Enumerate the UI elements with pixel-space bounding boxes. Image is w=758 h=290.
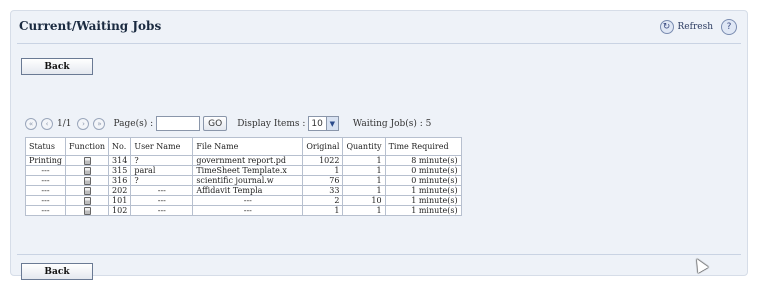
chevron-down-icon: ▼: [325, 117, 338, 130]
cell-user: ---: [130, 185, 194, 196]
cell-no: 202: [108, 185, 132, 196]
cell-file: Affidavit Templa: [192, 185, 304, 196]
cell-status: ---: [25, 185, 66, 196]
last-page-icon[interactable]: »: [93, 117, 106, 130]
cell-status: Printing: [25, 155, 66, 166]
prev-page-icon[interactable]: ‹: [41, 117, 53, 130]
col-original: Original: [302, 137, 344, 156]
cell-file: ---: [192, 195, 304, 206]
cell-original: 33: [302, 185, 344, 196]
cell-quantity: 1: [342, 185, 386, 196]
cell-original: 1: [302, 205, 344, 216]
table-row[interactable]: --- 102 --- --- 1 1 1 minute(s): [25, 205, 462, 216]
cell-quantity: 1: [342, 165, 386, 176]
first-page-icon[interactable]: «: [25, 117, 37, 130]
cell-original: 76: [302, 175, 344, 186]
refresh-icon[interactable]: ↻: [659, 20, 674, 34]
cell-user: paral: [130, 165, 194, 176]
table-header-row: Status Function No. User Name File Name …: [25, 137, 462, 156]
cell-time: 1 minute(s): [384, 205, 462, 216]
cell-time: 1 minute(s): [384, 185, 462, 196]
cell-status: ---: [25, 165, 66, 176]
cell-time: 0 minute(s): [384, 165, 462, 176]
page-title: Current/Waiting Jobs: [19, 19, 162, 33]
cell-no: 101: [108, 195, 132, 206]
printer-icon: [83, 157, 91, 165]
cell-no: 315: [108, 165, 132, 176]
col-file-name: File Name: [192, 137, 304, 156]
col-time-required: Time Required: [384, 137, 462, 156]
col-quantity: Quantity: [342, 137, 386, 156]
cell-time: 0 minute(s): [384, 175, 462, 186]
refresh-link[interactable]: Refresh: [678, 22, 713, 32]
cell-time: 1 minute(s): [384, 195, 462, 206]
cell-quantity: 10: [342, 195, 386, 206]
cell-file: TimeSheet Template.x: [192, 165, 304, 176]
cell-user: ---: [130, 205, 194, 216]
col-function: Function: [64, 137, 110, 156]
waiting-jobs-count: Waiting Job(s) : 5: [352, 118, 432, 129]
page-input[interactable]: [156, 116, 201, 131]
next-page-icon[interactable]: ›: [77, 117, 90, 130]
col-user-name: User Name: [130, 137, 194, 156]
table-row[interactable]: --- 101 --- --- 2 10 1 minute(s): [25, 195, 462, 206]
cell-no: 314: [108, 155, 132, 166]
back-button-top[interactable]: Back: [21, 58, 93, 75]
cell-file: ---: [192, 205, 304, 216]
refresh-area: ↻ Refresh ?: [659, 19, 737, 35]
col-status: Status: [25, 137, 66, 156]
display-items-value: 10: [311, 118, 323, 129]
table-row[interactable]: Printing 314 ? government report.pd 1022…: [25, 155, 462, 166]
cell-user: ?: [130, 155, 194, 166]
printer-icon: [83, 177, 91, 185]
cell-original: 1022: [302, 155, 344, 166]
display-items-label: Display Items :: [237, 118, 306, 129]
jobs-panel: Current/Waiting Jobs ↻ Refresh ? Back « …: [10, 10, 748, 280]
table-row[interactable]: --- 315 paral TimeSheet Template.x 1 1 0…: [25, 165, 462, 176]
cell-status: ---: [25, 205, 66, 216]
cell-status: ---: [25, 175, 66, 186]
divider: [17, 43, 741, 44]
col-no: No.: [108, 137, 132, 156]
cell-file: government report.pd: [192, 155, 304, 166]
cell-quantity: 1: [342, 175, 386, 186]
cell-no: 102: [108, 205, 132, 216]
copier-icon: [83, 187, 91, 195]
display-items-select[interactable]: 10 ▼: [308, 116, 339, 131]
table-row[interactable]: --- 202 --- Affidavit Templa 33 1 1 minu…: [25, 185, 462, 196]
cell-quantity: 1: [342, 155, 386, 166]
go-button[interactable]: GO: [203, 116, 228, 131]
jobs-table: Status Function No. User Name File Name …: [25, 137, 462, 216]
copier-icon: [83, 207, 91, 215]
printer-icon: [83, 167, 91, 175]
page-label: Page(s) :: [113, 118, 154, 129]
cell-file: scientific journal.w: [192, 175, 304, 186]
cell-status: ---: [25, 195, 66, 206]
copier-icon: [83, 197, 91, 205]
page-indicator: 1/1: [57, 118, 72, 129]
cell-user: ---: [130, 195, 194, 206]
cell-time: 8 minute(s): [384, 155, 462, 166]
cell-original: 1: [302, 165, 344, 176]
cell-no: 316: [108, 175, 132, 186]
cell-original: 2: [302, 195, 344, 206]
pager-toolbar: « ‹ 1/1 › » Page(s) : GO Display Items :…: [25, 116, 431, 131]
divider: [17, 254, 741, 255]
cell-user: ?: [130, 175, 194, 186]
table-row[interactable]: --- 316 ? scientific journal.w 76 1 0 mi…: [25, 175, 462, 186]
help-icon[interactable]: ?: [721, 19, 737, 35]
cell-quantity: 1: [342, 205, 386, 216]
back-button-bottom[interactable]: Back: [21, 263, 93, 280]
